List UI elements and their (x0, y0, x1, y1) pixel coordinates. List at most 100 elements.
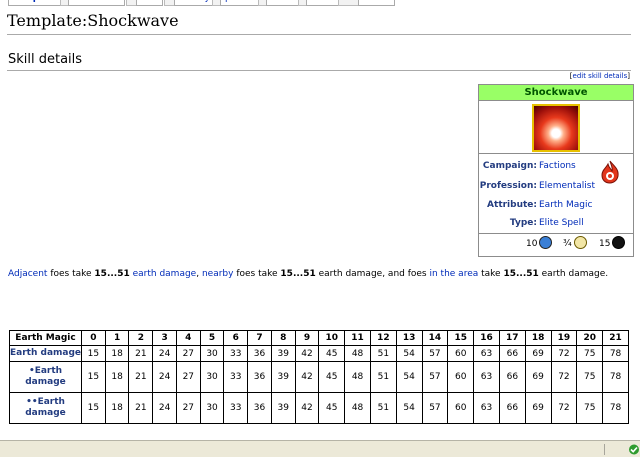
section-heading: Skill details (8, 52, 83, 67)
energy-icon (539, 236, 553, 249)
skill-description: Adjacent foes take 15...51 earth damage,… (8, 269, 609, 279)
table-row: ••Earth damage 15 18 21 24 27 30 33 36 3… (9, 392, 629, 424)
tab-watch[interactable]: watch (358, 0, 396, 6)
table-cell: 39 (270, 361, 296, 394)
recharge-icon (612, 236, 626, 249)
level-header: 11 (344, 330, 371, 346)
check-icon (629, 444, 639, 455)
level-header: 21 (602, 330, 629, 346)
table-cell: 51 (369, 392, 397, 424)
earth-damage-1-row-label[interactable]: •Earth damage (9, 361, 82, 394)
level-header: 5 (199, 330, 225, 346)
table-cell: 15 (81, 361, 106, 394)
level-header: 17 (498, 330, 526, 346)
earth-damage-link[interactable]: earth damage (133, 269, 197, 279)
table-cell: 33 (223, 344, 249, 363)
table-cell: 45 (318, 392, 346, 424)
level-header: 12 (369, 330, 397, 346)
type-link[interactable]: Elite Spell (539, 216, 584, 230)
table-cell: 75 (576, 344, 604, 363)
table-cell: 15 (81, 344, 106, 363)
skill-name: Shockwave (479, 85, 633, 101)
table-cell: 33 (223, 361, 249, 394)
table-cell: 60 (447, 344, 475, 363)
tab-edit[interactable]: edit (136, 0, 164, 6)
attribute-row: Attribute: Earth Magic (479, 198, 633, 212)
table-cell: 39 (270, 344, 296, 363)
table-cell: 72 (550, 361, 578, 394)
tab-protect[interactable]: protect (220, 0, 263, 6)
skill-costs: 10 ¾ 15 (479, 234, 633, 254)
status-bar (0, 440, 640, 457)
level-header: 3 (152, 330, 177, 346)
nearby-link[interactable]: nearby (202, 269, 234, 279)
table-cell: 21 (128, 344, 154, 363)
tab-template[interactable]: template (8, 0, 64, 6)
table-cell: 18 (104, 361, 130, 394)
table-cell: 63 (473, 361, 500, 394)
attribute-link[interactable]: Earth Magic (539, 198, 592, 212)
status-divider (604, 444, 605, 455)
table-cell: 48 (344, 344, 371, 363)
table-cell: 75 (576, 392, 604, 424)
table-row: •Earth damage 15 18 21 24 27 30 33 36 39… (9, 361, 629, 394)
level-header: 4 (175, 330, 201, 346)
table-cell: 21 (128, 392, 154, 424)
table-cell: 78 (602, 344, 629, 363)
table-cell: 42 (294, 392, 320, 424)
table-cell: 69 (524, 344, 552, 363)
table-cell: 45 (318, 361, 346, 394)
activation-icon (573, 236, 587, 249)
level-header: 7 (247, 330, 272, 346)
table-cell: 36 (247, 392, 272, 424)
table-cell: 48 (344, 392, 371, 424)
table-cell: 57 (421, 392, 449, 424)
level-header: 19 (550, 330, 578, 346)
earth-damage-row-label[interactable]: Earth damage (9, 344, 82, 363)
level-header: 13 (395, 330, 423, 346)
recharge-time: 15 (599, 234, 626, 254)
table-cell: 72 (550, 344, 578, 363)
table-cell: 60 (447, 392, 475, 424)
title-divider (7, 34, 631, 35)
tab-history[interactable]: history (174, 0, 215, 6)
table-cell: 24 (152, 392, 177, 424)
edit-section-link: [edit skill details] (569, 72, 630, 80)
level-header: 2 (128, 330, 154, 346)
table-cell: 66 (498, 361, 526, 394)
table-cell: 36 (247, 344, 272, 363)
edit-skill-details-link[interactable]: edit skill details (573, 72, 628, 80)
table-cell: 42 (294, 361, 320, 394)
earth-damage-2-row-label[interactable]: ••Earth damage (9, 392, 82, 424)
profession-link[interactable]: Elementalist (539, 179, 595, 193)
table-cell: 30 (199, 361, 225, 394)
in-the-area-link[interactable]: in the area (429, 269, 478, 279)
table-cell: 57 (421, 361, 449, 394)
table-cell: 24 (152, 361, 177, 394)
table-cell: 69 (524, 361, 552, 394)
table-cell: 45 (318, 344, 346, 363)
level-header: 14 (421, 330, 449, 346)
section-divider (7, 70, 631, 71)
table-cell: 27 (175, 392, 201, 424)
tab-discussion[interactable]: discussion (68, 0, 125, 6)
progression-table: Earth Magic 0 1 2 3 4 5 6 7 8 9 10 11 12… (9, 330, 629, 424)
table-cell: 27 (175, 361, 201, 394)
elementalist-icon (601, 160, 619, 184)
adjacent-link[interactable]: Adjacent (8, 269, 47, 279)
campaign-link[interactable]: Factions (539, 159, 576, 173)
table-cell: 30 (199, 392, 225, 424)
table-cell: 75 (576, 361, 604, 394)
campaign-label: Campaign: (482, 161, 537, 171)
table-cell: 51 (369, 344, 397, 363)
tab-move[interactable]: move (306, 0, 342, 6)
table-row: Earth damage 15 18 21 24 27 30 33 36 39 … (9, 344, 629, 363)
tab-gap (338, 0, 360, 6)
table-cell: 21 (128, 361, 154, 394)
attribute-header: Earth Magic (9, 330, 82, 346)
table-cell: 57 (421, 344, 449, 363)
level-header: 6 (223, 330, 249, 346)
type-row: Type: Elite Spell (479, 216, 633, 230)
progression-header-row: Earth Magic 0 1 2 3 4 5 6 7 8 9 10 11 12… (9, 330, 629, 346)
table-cell: 33 (223, 392, 249, 424)
